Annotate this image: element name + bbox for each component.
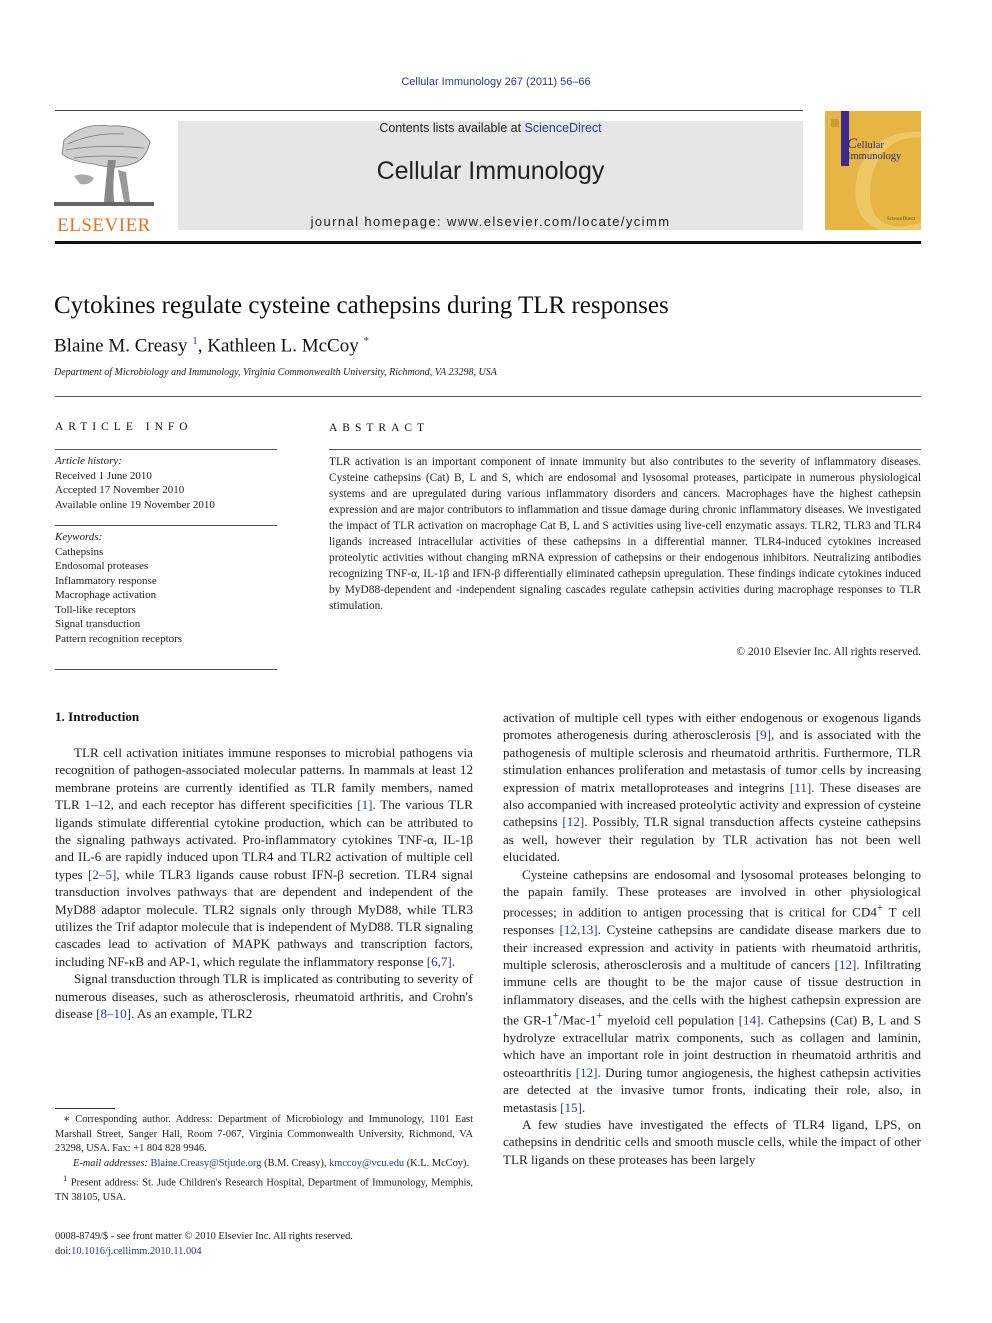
cover-footer: ScienceDirect (886, 217, 915, 222)
keyword-item: Macrophage activation (55, 589, 157, 601)
superscript: + (552, 1010, 559, 1023)
keywords-label: Keywords: (55, 531, 103, 543)
citation-link[interactable]: [9] (756, 727, 771, 742)
paragraph: Signal transduction through TLR is impli… (55, 971, 473, 1022)
history-received: Received 1 June 2010 (55, 469, 152, 482)
article-history: Article history: Received 1 June 2010 Ac… (55, 454, 215, 512)
history-accepted: Accepted 17 November 2010 (55, 484, 185, 496)
cover-large-c: C (847, 111, 921, 230)
superscript: + (596, 1010, 603, 1023)
citation-link[interactable]: [1] (357, 797, 372, 812)
abstract-copyright: © 2010 Elsevier Inc. All rights reserved… (736, 646, 921, 658)
citation-link[interactable]: [14] (739, 1013, 761, 1028)
body-column-right: activation of multiple cell types with e… (503, 709, 921, 1168)
keyword-item: Endosomal proteases (55, 560, 149, 572)
keywords-list: Keywords: Cathepsins Endosomal proteases… (55, 530, 182, 646)
abstract-divider (329, 449, 921, 450)
elsevier-tree-icon (54, 120, 154, 208)
contents-available-line: Contents lists available at ScienceDirec… (379, 121, 602, 135)
introduction-heading: 1. Introduction (55, 709, 140, 724)
issn-doi-block: 0008-8749/$ - see front matter © 2010 El… (55, 1230, 353, 1259)
journal-reference[interactable]: Cellular Immunology 267 (2011) 56–66 (0, 76, 992, 88)
keyword-item: Inflammatory response (55, 574, 157, 587)
superscript: + (876, 902, 884, 915)
journal-cover-image: C Cellular Immunology ScienceDirect (825, 111, 921, 230)
author-name: Kathleen L. McCoy (207, 335, 359, 357)
citation-link[interactable]: [12,13] (559, 922, 597, 937)
citation-link[interactable]: [6,7] (427, 954, 452, 969)
sciencedirect-link[interactable]: ScienceDirect (525, 121, 602, 135)
issn-line: 0008-8749/$ - see front matter © 2010 El… (55, 1231, 353, 1242)
email-link-creasy[interactable]: Blaine.Creasy@Stjude.org (151, 1158, 262, 1169)
paragraph: Cysteine cathepsins are endosomal and ly… (503, 866, 922, 1115)
top-divider (55, 110, 803, 111)
article-title: Cytokines regulate cysteine cathepsins d… (54, 292, 669, 319)
keywords-divider (55, 525, 277, 526)
journal-homepage-link[interactable]: journal homepage: www.elsevier.com/locat… (178, 214, 803, 229)
email-link-mccoy[interactable]: kmccoy@vcu.edu (329, 1158, 404, 1169)
article-info-bottom-divider (55, 669, 277, 670)
keyword-item: Signal transduction (55, 618, 141, 630)
email-note: E-mail addresses: Blaine.Creasy@Stjude.o… (73, 1157, 470, 1169)
citation-link[interactable]: [8–10] (96, 1006, 131, 1021)
citation-link[interactable]: [12] (576, 1065, 598, 1080)
article-info-heading: ARTICLE INFO (55, 421, 193, 433)
affiliation: Department of Microbiology and Immunolog… (54, 367, 497, 378)
body-column-left: TLR cell activation initiates immune res… (55, 744, 473, 1023)
abstract-heading: ABSTRACT (329, 422, 430, 434)
paragraph: A few studies have investigated the effe… (503, 1117, 921, 1167)
doi-line: doi:10.1016/j.cellimm.2010.11.004 (55, 1245, 202, 1257)
elsevier-wordmark: ELSEVIER (57, 215, 151, 236)
keyword-item: Toll-like receptors (55, 603, 136, 616)
citation-link[interactable]: [11] (790, 780, 811, 795)
author-list: Blaine M. Creasy 1, Kathleen L. McCoy * (54, 335, 369, 357)
abstract-text: TLR activation is an important component… (329, 456, 921, 612)
doi-link[interactable]: 10.1016/j.cellimm.2010.11.004 (71, 1246, 201, 1257)
article-history-label: Article history: (55, 455, 122, 467)
history-online: Available online 19 November 2010 (55, 498, 215, 511)
cover-publisher-mark (831, 119, 839, 127)
affiliation-divider (55, 396, 921, 397)
citation-link[interactable]: [12] (562, 814, 584, 829)
keyword-item: Pattern recognition receptors (55, 632, 183, 645)
elsevier-logo: ELSEVIER (54, 120, 154, 236)
journal-title: Cellular Immunology (376, 157, 605, 185)
paragraph: TLR cell activation initiates immune res… (55, 745, 473, 969)
keyword-item: Cathepsins (55, 545, 104, 558)
journal-ref-link[interactable]: Cellular Immunology 267 (2011) 56–66 (401, 76, 590, 88)
article-info-divider (55, 449, 277, 450)
citation-link[interactable]: [2–5] (88, 867, 116, 882)
journal-banner: Contents lists available at ScienceDirec… (178, 121, 803, 230)
footnote-divider (55, 1108, 115, 1109)
citation-link[interactable]: [12] (835, 957, 857, 972)
paragraph: activation of multiple cell types with e… (503, 710, 921, 865)
footnotes: ∗ Corresponding author. Address: Departm… (55, 1113, 473, 1205)
cover-title: Cellular Immunology (847, 136, 902, 163)
header-thick-divider (55, 241, 921, 244)
corresponding-author-mark[interactable]: * (363, 335, 369, 347)
citation-link[interactable]: [15] (560, 1100, 582, 1115)
present-address-note: 1 Present address: St. Jude Children's R… (55, 1173, 473, 1203)
author-name: Blaine M. Creasy (54, 335, 188, 357)
corresponding-author-note: ∗ Corresponding author. Address: Departm… (55, 1114, 473, 1154)
